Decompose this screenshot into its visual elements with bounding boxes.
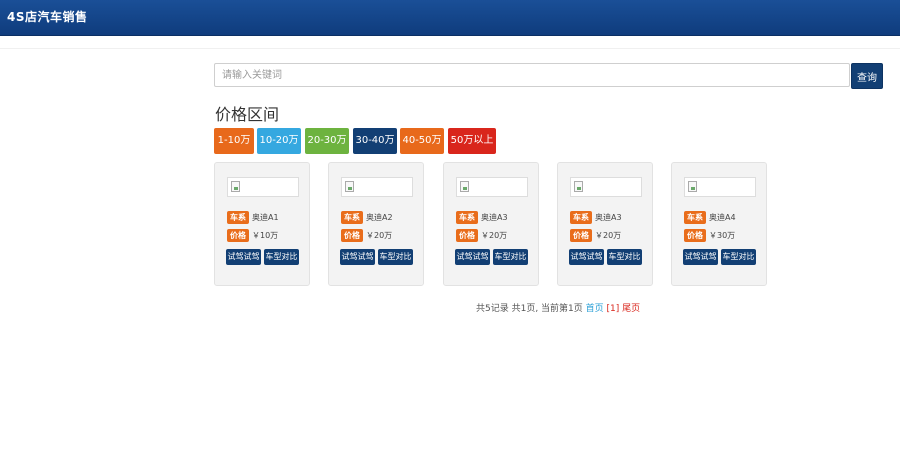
car-card: 车系 奥迪A3 价格 ￥20万 试驾试驾 车型对比 bbox=[557, 162, 653, 286]
car-image[interactable] bbox=[341, 177, 413, 197]
car-card: 车系 奥迪A4 价格 ￥30万 试驾试驾 车型对比 bbox=[671, 162, 767, 286]
brand-title[interactable]: 4S店汽车销售 bbox=[7, 8, 88, 25]
last-page-link[interactable]: 尾页 bbox=[622, 304, 640, 314]
filter-1-10[interactable]: 1-10万 bbox=[214, 128, 254, 154]
series-tag: 车系 bbox=[684, 211, 706, 224]
price-value: ￥10万 bbox=[252, 231, 279, 240]
series-value: 奥迪A2 bbox=[366, 213, 393, 222]
series-tag: 车系 bbox=[570, 211, 592, 224]
series-tag: 车系 bbox=[456, 211, 478, 224]
test-drive-button[interactable]: 试驾试驾 bbox=[340, 249, 375, 265]
compare-button[interactable]: 车型对比 bbox=[721, 249, 756, 265]
filter-20-30[interactable]: 20-30万 bbox=[305, 128, 349, 154]
pagination: 共5记录 共1页, 当前第1页 首页 [1] 尾页 bbox=[476, 301, 640, 314]
price-tag: 价格 bbox=[570, 229, 592, 242]
header-divider bbox=[0, 48, 900, 49]
price-tag: 价格 bbox=[341, 229, 363, 242]
test-drive-button[interactable]: 试驾试驾 bbox=[226, 249, 261, 265]
broken-image-icon bbox=[345, 181, 354, 192]
series-value: 奥迪A4 bbox=[709, 213, 736, 222]
series-tag: 车系 bbox=[341, 211, 363, 224]
car-card: 车系 奥迪A1 价格 ￥10万 试驾试驾 车型对比 bbox=[214, 162, 310, 286]
series-value: 奥迪A1 bbox=[252, 213, 279, 222]
search-bar: 查询 bbox=[214, 63, 884, 89]
price-value: ￥20万 bbox=[595, 231, 622, 240]
series-value: 奥迪A3 bbox=[481, 213, 508, 222]
first-page-link[interactable]: 首页 bbox=[586, 304, 604, 314]
series-tag: 车系 bbox=[227, 211, 249, 224]
car-image[interactable] bbox=[570, 177, 642, 197]
car-image[interactable] bbox=[227, 177, 299, 197]
car-image[interactable] bbox=[456, 177, 528, 197]
search-button[interactable]: 查询 bbox=[851, 63, 883, 89]
broken-image-icon bbox=[574, 181, 583, 192]
compare-button[interactable]: 车型对比 bbox=[493, 249, 528, 265]
pagination-summary: 共5记录 共1页, 当前第1页 bbox=[476, 304, 583, 314]
compare-button[interactable]: 车型对比 bbox=[378, 249, 413, 265]
filter-50-plus[interactable]: 50万以上 bbox=[448, 128, 496, 154]
filter-10-20[interactable]: 10-20万 bbox=[257, 128, 301, 154]
broken-image-icon bbox=[688, 181, 697, 192]
broken-image-icon bbox=[231, 181, 240, 192]
price-tag: 价格 bbox=[227, 229, 249, 242]
top-navbar: 4S店汽车销售 bbox=[0, 0, 900, 36]
broken-image-icon bbox=[460, 181, 469, 192]
test-drive-button[interactable]: 试驾试驾 bbox=[455, 249, 490, 265]
compare-button[interactable]: 车型对比 bbox=[607, 249, 642, 265]
car-card: 车系 奥迪A2 价格 ￥20万 试驾试驾 车型对比 bbox=[328, 162, 424, 286]
price-value: ￥20万 bbox=[366, 231, 393, 240]
price-value: ￥20万 bbox=[481, 231, 508, 240]
search-input[interactable] bbox=[214, 63, 850, 87]
price-value: ￥30万 bbox=[709, 231, 736, 240]
compare-button[interactable]: 车型对比 bbox=[264, 249, 299, 265]
price-tag: 价格 bbox=[456, 229, 478, 242]
filter-30-40[interactable]: 30-40万 bbox=[353, 128, 397, 154]
series-value: 奥迪A3 bbox=[595, 213, 622, 222]
test-drive-button[interactable]: 试驾试驾 bbox=[569, 249, 604, 265]
test-drive-button[interactable]: 试驾试驾 bbox=[683, 249, 718, 265]
price-tag: 价格 bbox=[684, 229, 706, 242]
car-image[interactable] bbox=[684, 177, 756, 197]
car-card: 车系 奥迪A3 价格 ￥20万 试驾试驾 车型对比 bbox=[443, 162, 539, 286]
current-page-link[interactable]: [1] bbox=[607, 304, 620, 314]
filter-40-50[interactable]: 40-50万 bbox=[400, 128, 444, 154]
price-range-title: 价格区间 bbox=[215, 105, 280, 124]
